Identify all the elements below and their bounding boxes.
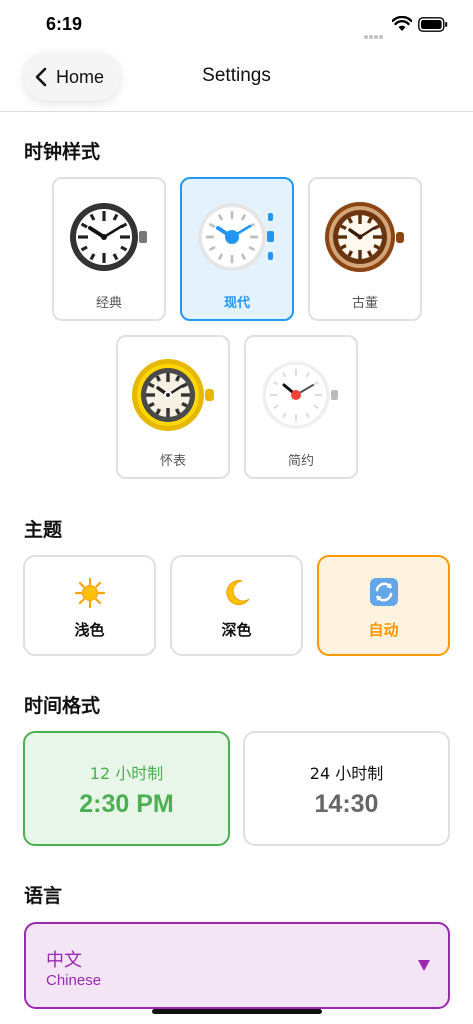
language-current-sub: Chinese xyxy=(46,972,102,989)
moon-icon xyxy=(172,577,301,609)
wifi-icon xyxy=(392,16,412,31)
time-format-12h[interactable]: 12 小时制 2:30 PM xyxy=(23,731,230,846)
clock-style-label: 怀表 xyxy=(159,454,186,469)
language-select[interactable]: 中文 Chinese xyxy=(24,922,450,1009)
dropdown-arrow-icon xyxy=(418,960,430,971)
cycle-icon xyxy=(319,577,448,609)
theme-option-auto[interactable]: 自动 xyxy=(317,555,450,656)
sun-icon xyxy=(25,577,154,609)
time-format-24h[interactable]: 24 小时制 14:30 xyxy=(243,731,450,846)
clock-style-label: 简约 xyxy=(287,454,314,469)
section-title-time-format: 时间格式 xyxy=(24,695,101,717)
clock-style-pocket-watch[interactable]: 怀表 xyxy=(116,335,230,479)
modern-clock-icon xyxy=(198,203,274,271)
minimal-clock-icon xyxy=(262,361,338,429)
status-bar: 6:19 xyxy=(0,0,473,50)
clock-style-antique[interactable]: 古董 xyxy=(308,177,422,321)
time-format-label: 12 小时制 xyxy=(89,764,164,783)
clock-style-classic[interactable]: 经典 xyxy=(52,177,166,321)
classic-clock-icon xyxy=(70,203,147,271)
status-time: 6:19 xyxy=(46,14,83,34)
section-title-clock-style: 时钟样式 xyxy=(24,141,101,163)
home-indicator xyxy=(152,1009,322,1014)
clock-style-minimal[interactable]: 简约 xyxy=(244,335,358,479)
time-format-label: 24 小时制 xyxy=(309,764,384,783)
section-title-theme: 主题 xyxy=(24,519,63,541)
time-format-example: 2:30 PM xyxy=(79,790,174,818)
theme-label: 浅色 xyxy=(74,621,105,639)
pocket-watch-clock-icon xyxy=(132,359,214,431)
antique-clock-icon xyxy=(325,202,404,272)
section-title-language: 语言 xyxy=(24,885,63,907)
battery-icon xyxy=(418,17,448,32)
theme-label: 自动 xyxy=(368,621,399,639)
clock-style-label: 经典 xyxy=(95,296,122,311)
nav-bar: Home Settings xyxy=(0,50,473,112)
theme-option-dark[interactable]: 深色 xyxy=(170,555,303,656)
clock-style-modern[interactable]: 现代 xyxy=(180,177,294,321)
page-title: Settings xyxy=(202,65,271,86)
theme-label: 深色 xyxy=(221,621,252,639)
language-current: 中文 xyxy=(46,950,82,971)
theme-option-light[interactable]: 浅色 xyxy=(23,555,156,656)
time-format-example: 14:30 xyxy=(314,790,379,818)
clock-style-label: 现代 xyxy=(223,296,250,311)
clock-style-label: 古董 xyxy=(351,296,378,311)
signal-icon xyxy=(364,24,386,39)
